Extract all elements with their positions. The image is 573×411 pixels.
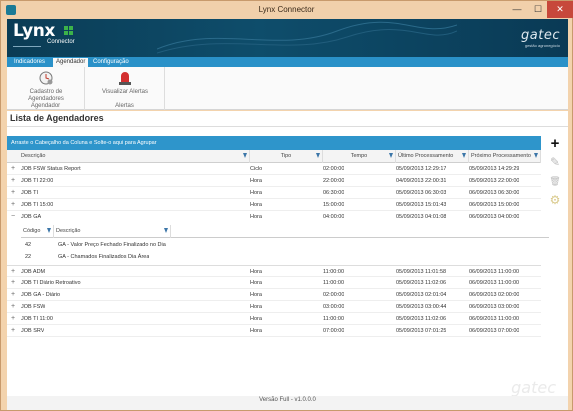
filter-icon[interactable] [389, 153, 393, 158]
table-row[interactable]: + JOB TI Diário Retroativo Hora 11:00:00… [7, 277, 541, 289]
detail-grid-header: Código Descrição [21, 225, 549, 238]
detail-row[interactable]: 22 GA - Chamados Finalizados Dia Área [21, 251, 549, 262]
filter-icon[interactable] [164, 228, 168, 233]
cadastro-label-line1: Cadastro de [29, 89, 63, 95]
cadastro-label-line2: Agendadores [28, 96, 64, 102]
expand-icon[interactable]: + [11, 199, 15, 211]
table-row[interactable]: + JOB TI 15:00 Hora 15:00:00 05/09/2013 … [7, 199, 541, 211]
table-row-expanded[interactable]: − JOB GA Hora 04:00:00 05/09/2013 04:01:… [7, 211, 541, 223]
filter-icon[interactable] [47, 228, 51, 233]
watermark-logo: gatec [511, 378, 556, 397]
logo-underline [13, 46, 41, 47]
status-bar: Versão Full - v1.0.0.0 [7, 396, 568, 410]
clock-gear-icon [39, 71, 53, 85]
plus-icon[interactable]: + [547, 136, 563, 152]
trash-icon[interactable]: 🗑 [547, 173, 563, 189]
ribbon-group-alertas: Visualizar Alertas Alertas [85, 67, 165, 110]
expand-icon[interactable]: + [11, 187, 15, 199]
brand-logo: gatec [521, 28, 560, 43]
app-window: Lynx Connector — ☐ ✕ Lynx Connector gate… [0, 0, 573, 411]
table-row[interactable]: + JOB TI 11:00 Hora 11:00:00 05/09/2013 … [7, 313, 541, 325]
expand-icon[interactable]: + [11, 277, 15, 289]
action-toolbar: + ✎ 🗑 ⚙ [544, 136, 566, 216]
logo-squares-icon [64, 26, 73, 35]
tab-configuracao[interactable]: Configuração [90, 58, 132, 67]
banner-waves [157, 21, 457, 54]
ribbon-group-label: Alertas [115, 103, 134, 109]
filter-icon[interactable] [462, 153, 466, 158]
close-button[interactable]: ✕ [547, 1, 573, 18]
maximize-button[interactable]: ☐ [527, 1, 549, 18]
expand-icon[interactable]: + [11, 175, 15, 187]
expand-icon[interactable]: + [11, 301, 15, 313]
column-header-descricao[interactable]: Descrição [19, 150, 250, 163]
table-row[interactable]: + JOB GA - Diário Hora 02:00:00 05/09/20… [7, 289, 541, 301]
main-content: Lista de Agendadores Arraste o Cabeçalho… [7, 111, 568, 397]
column-header-tempo[interactable]: Tempo [323, 150, 396, 163]
tab-agendador[interactable]: Agendador [53, 58, 89, 67]
tab-indicadores[interactable]: Indicadores [11, 58, 48, 67]
column-header-tipo[interactable]: Tipo [250, 150, 323, 163]
visualizar-alertas-button[interactable]: Visualizar Alertas [89, 70, 161, 96]
title-bar: Lynx Connector — ☐ ✕ [1, 1, 573, 19]
column-header-proximo[interactable]: Próximo Processamento [469, 150, 541, 163]
grid-header: Descrição Tipo Tempo Último Processament… [7, 150, 541, 163]
ribbon-tabs: Indicadores Agendador Configuração [7, 57, 568, 67]
cadastro-agendadores-button[interactable]: Cadastro de Agendadores [11, 70, 81, 103]
expand-icon[interactable]: + [11, 325, 15, 337]
page-title: Lista de Agendadores [10, 113, 104, 123]
detail-column-descricao[interactable]: Descrição [54, 225, 171, 238]
table-row[interactable]: + JOB FSW Status Report Ciclo 02:00:00 0… [7, 163, 541, 175]
detail-row[interactable]: 42 GA - Valor Preço Fechado Finalizado n… [21, 239, 549, 250]
copy-settings-icon[interactable]: ⚙ [547, 192, 563, 208]
filter-icon[interactable] [316, 153, 320, 158]
expand-icon[interactable]: + [11, 289, 15, 301]
filter-icon[interactable] [243, 153, 247, 158]
table-row[interactable]: + JOB TI 22:00 Hora 22:00:00 04/09/2013 … [7, 175, 541, 187]
ribbon-group-agendador: Cadastro de Agendadores Agendador [7, 67, 85, 110]
ribbon-group-label: Agendador [30, 103, 61, 109]
table-row[interactable]: + JOB ADM Hora 11:00:00 05/09/2013 11:01… [7, 265, 541, 277]
app-logo: Lynx [13, 21, 55, 41]
expand-icon[interactable]: + [11, 313, 15, 325]
collapse-icon[interactable]: − [11, 211, 15, 223]
table-row[interactable]: + JOB TI Hora 06:30:00 05/09/2013 06:30:… [7, 187, 541, 199]
alertas-label: Visualizar Alertas [102, 89, 148, 95]
group-by-bar[interactable]: Arraste o Cabeçalho da Coluna e Solte-o … [7, 136, 541, 150]
expand-icon[interactable]: + [11, 163, 15, 175]
filter-icon[interactable] [534, 153, 538, 158]
brand-subtitle: gestão agronegócio [524, 43, 560, 48]
table-row[interactable]: + JOB SRV Hora 07:00:00 05/09/2013 07:01… [7, 325, 541, 337]
ribbon-panel: Cadastro de Agendadores Agendador Visual… [7, 67, 568, 110]
table-row[interactable]: + JOB FSW Hora 03:00:00 05/09/2013 03:00… [7, 301, 541, 313]
logo-subtitle: Connector [47, 39, 75, 45]
header-banner: Lynx Connector gatec gestão agronegócio [7, 19, 568, 57]
agendadores-grid: Descrição Tipo Tempo Último Processament… [7, 150, 549, 340]
detail-column-codigo[interactable]: Código [21, 225, 54, 238]
alarm-light-icon [119, 72, 131, 85]
title-divider [7, 126, 568, 127]
window-title: Lynx Connector [258, 5, 315, 14]
pencil-icon[interactable]: ✎ [547, 154, 563, 170]
minimize-button[interactable]: — [506, 1, 528, 18]
column-header-ultimo[interactable]: Último Processamento [396, 150, 469, 163]
